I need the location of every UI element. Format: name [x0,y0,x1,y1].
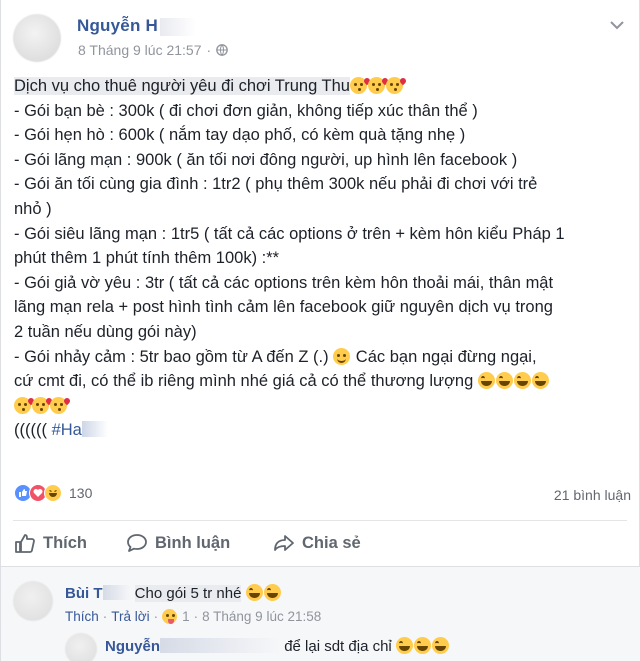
comments-section: Bùi T Cho gói 5 tr nhé Thích · Trả lời ·… [1,566,640,661]
post-line: - Gói bạn bè : 300k ( đi chơi đơn giản, … [14,101,478,120]
comment-icon [127,534,147,552]
thumbs-up-icon [15,534,35,553]
post-line [14,394,634,419]
haha-reaction-icon [44,484,62,502]
post-line: 2 tuần nếu dùng gói này) [14,322,197,341]
kiss-emoji-icon [32,396,49,414]
comment-meta: Thích · Trả lời · 1 · 8 Tháng 9 lúc 21:5… [65,609,321,624]
comment-label: Bình luận [155,533,231,552]
post-card: Nguyễn H 8 Tháng 9 lúc 21:57 · Dịch vụ c… [0,0,640,661]
reactions-summary[interactable]: 130 [14,484,92,502]
comment-body: Bùi T Cho gói 5 tr nhé [65,584,282,602]
commenter-name[interactable]: Bùi T [65,585,103,602]
laughing-emoji-icon [477,372,495,390]
reaction-count[interactable]: 130 [69,485,92,501]
post-author-name[interactable]: Nguyễn H [77,16,196,36]
post-line: nhỏ ) [14,199,52,218]
like-label: Thích [43,533,87,552]
laughing-emoji-icon [513,372,531,390]
comment-body: Nguyễn để lại sdt địa chỉ [105,637,450,655]
commenter-name[interactable]: Nguyễn [105,638,160,655]
post-line: Dịch vụ cho thuê người yêu đi chơi Trung… [14,74,634,99]
globe-icon[interactable] [216,44,229,56]
post-line: - Gói siêu lãng mạn : 1tr5 ( tất cả các … [14,224,565,243]
post-line: - Gói lãng mạn : 900k ( ăn tối nơi đông … [14,150,518,169]
name-redaction-blur [159,17,196,36]
laughing-emoji-icon [413,637,431,654]
post-line: - Gói giả vờ yêu : 3tr ( tất cả các opti… [14,273,554,292]
hashtag-redaction-blur [81,421,108,438]
share-label: Chia sẻ [302,533,361,552]
laughing-emoji-icon [495,372,513,390]
post-line-text: (((((( [14,421,52,440]
like-button[interactable]: Thích [14,532,87,554]
name-redaction-blur [160,638,281,653]
laughing-emoji-icon [531,372,549,390]
post-line: phút thêm 1 phút tính thêm 100k) :** [14,249,280,268]
meta-separator: · [102,609,108,624]
laughing-emoji-icon [245,584,263,601]
laughing-emoji-icon [263,584,281,601]
post-line: - Gói hẹn hò : 600k ( nắm tay dạo phố, c… [14,126,466,145]
kiss-emoji-icon [367,77,385,94]
comment-like-link[interactable]: Thích [65,609,99,624]
post-line: lãng mạn rela + post hình tình cảm lên f… [14,298,553,317]
post-line: - Gói ăn tối cùng gia đình : 1tr2 ( phụ … [14,175,538,194]
meta-separator: · [153,609,159,624]
post-line: - Gói nhảy cảm : 5tr bao gồm từ A đến Z … [14,345,634,370]
post-line: (((((( #Ha [14,418,634,443]
comment-text: Cho gói 5 tr nhé [134,585,242,602]
post-actions: Thích Bình luận Chia sẻ [1,524,640,564]
comment-text: để lại sdt địa chỉ [284,638,392,655]
post-text: Dịch vụ cho thuê người yêu đi chơi Trung… [14,74,634,443]
comment-reply-link[interactable]: Trả lời [111,609,149,624]
comment-reaction-count[interactable]: 1 [182,609,190,624]
commenter-avatar[interactable] [13,581,53,621]
chevron-down-icon[interactable] [609,18,625,32]
commenter-avatar[interactable] [65,633,97,661]
share-icon [274,535,294,551]
comment-button[interactable]: Bình luận [126,532,230,554]
post-line: cứ cmt đi, có thể ib riêng mình nhé giá … [14,369,634,394]
post-line-text: Dịch vụ cho thuê người yêu đi chơi Trung… [14,77,350,95]
name-redaction-blur [102,585,131,600]
post-line-text: - Gói nhảy cảm : 5tr bao gồm từ A đến Z … [14,347,329,366]
divider [13,520,627,521]
kiss-emoji-icon [14,396,31,414]
smile-emoji-icon [333,347,351,365]
kiss-emoji-icon [385,77,403,94]
post-line-text: cứ cmt đi, có thể ib riêng mình nhé giá … [14,372,474,391]
kiss-emoji-icon [50,396,67,414]
meta-separator: · [206,42,212,58]
post-line-text: Các bạn ngại đừng ngại, [355,347,537,366]
laughing-emoji-icon [431,637,449,654]
tongue-emoji-icon [162,609,178,624]
kiss-emoji-icon [349,77,367,94]
share-button[interactable]: Chia sẻ [273,532,361,554]
laughing-emoji-icon [395,637,413,654]
author-name-text[interactable]: Nguyễn H [77,16,158,35]
post-timestamp[interactable]: 8 Tháng 9 lúc 21:57 [78,42,202,58]
meta-separator: · [193,609,199,624]
comment-timestamp[interactable]: 8 Tháng 9 lúc 21:58 [202,609,321,624]
author-avatar[interactable] [13,14,61,62]
comments-count-link[interactable]: 21 bình luận [554,487,631,503]
hashtag-link[interactable]: #Ha [52,421,82,439]
post-meta: 8 Tháng 9 lúc 21:57 · [78,42,229,58]
